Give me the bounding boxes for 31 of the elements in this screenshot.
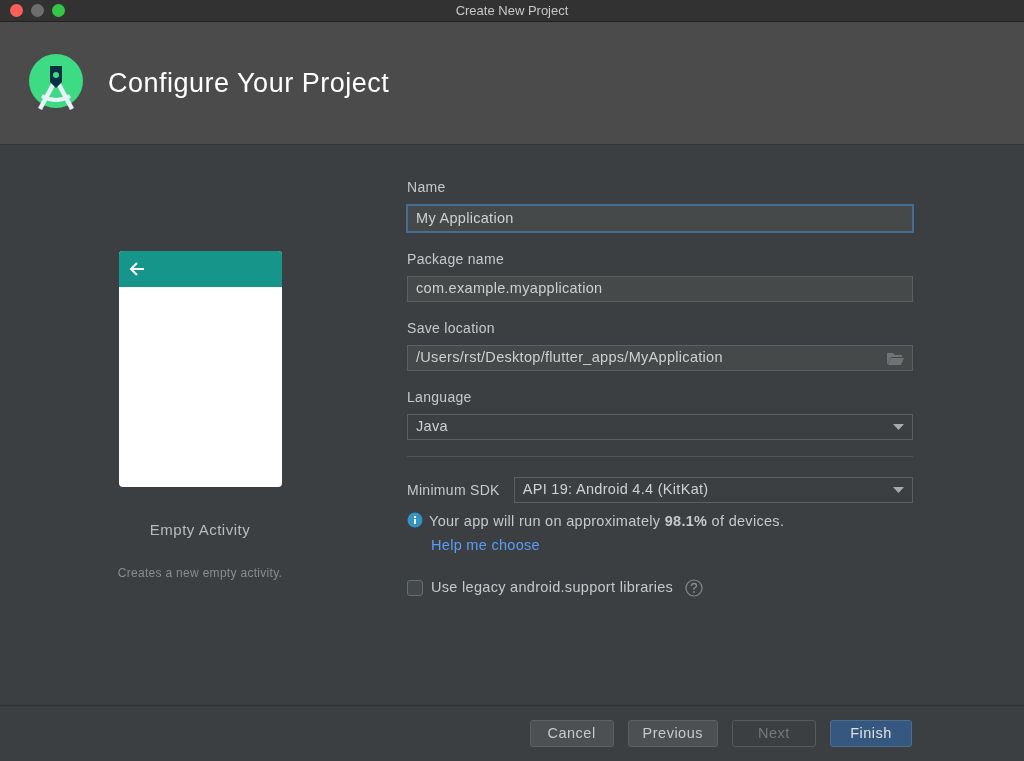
template-description: Creates a new empty activity. <box>117 564 283 582</box>
help-link[interactable]: Help me choose <box>431 534 540 557</box>
dialog-button[interactable]: Cancel <box>529 720 614 747</box>
text-field[interactable]: com.example.myapplication <box>407 276 913 302</box>
field-label: Minimum SDK <box>407 480 500 500</box>
help-icon[interactable] <box>685 578 704 597</box>
text-field[interactable]: My Application <box>406 204 914 233</box>
template-name: Empty Activity <box>149 520 251 540</box>
maximize-window-icon[interactable] <box>52 4 65 17</box>
field-label: Package name <box>407 250 505 269</box>
folder-icon[interactable] <box>887 351 904 365</box>
page-heading: Configure Your Project <box>108 66 390 100</box>
compass-logo-icon <box>28 54 84 112</box>
window-title: Create New Project <box>455 1 569 20</box>
dropdown-field[interactable]: Java <box>407 414 913 440</box>
info-icon <box>407 512 423 528</box>
checkbox[interactable] <box>407 579 423 596</box>
info-text: Your app will run on approximately 98.1% of devices. <box>429 512 785 531</box>
dialog-button[interactable]: Finish <box>830 720 912 747</box>
field-label: Language <box>407 388 473 407</box>
path-field[interactable]: /Users/rst/Desktop/flutter_apps/MyApplication <box>407 345 913 371</box>
dropdown-caret-icon <box>893 424 904 430</box>
close-window-icon[interactable] <box>10 4 23 17</box>
dialog-button[interactable]: Previous <box>627 720 718 747</box>
field-label: Save location <box>407 319 496 338</box>
minimize-window-icon[interactable] <box>31 4 44 17</box>
checkbox-label: Use legacy android.support libraries <box>431 577 674 597</box>
back-arrow-icon <box>128 262 145 276</box>
dropdown-field[interactable]: API 19: Android 4.4 (KitKat) <box>513 477 913 503</box>
field-label: Name <box>407 178 447 197</box>
dropdown-caret-icon <box>893 487 904 493</box>
